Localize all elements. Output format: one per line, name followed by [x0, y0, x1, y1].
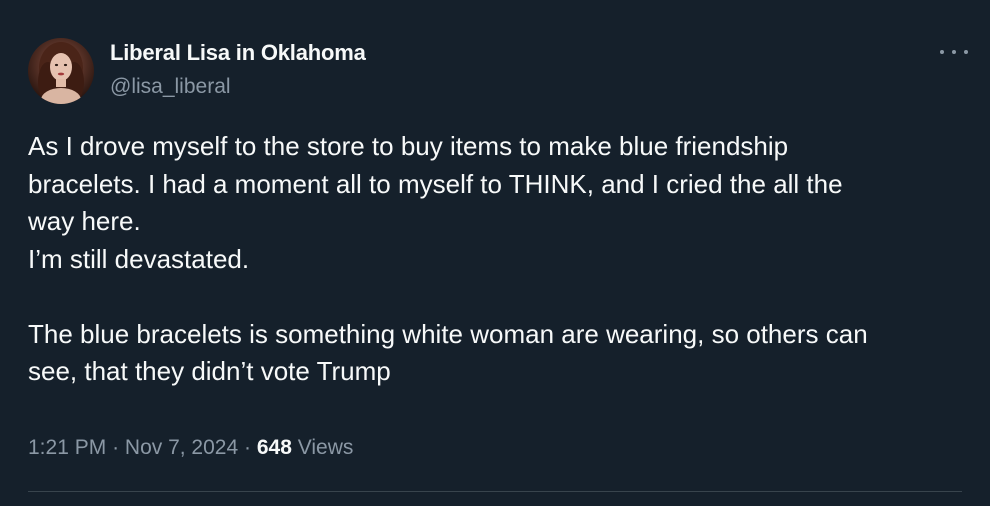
more-horizontal-icon	[940, 50, 944, 54]
tweet-line: see, that they didn’t vote Trump	[28, 356, 391, 386]
views-count: 648	[256, 436, 292, 459]
tweet-line: bracelets. I had a moment all to myself …	[28, 168, 843, 199]
tweet-line: The blue bracelets is something white wo…	[28, 318, 868, 349]
avatar[interactable]	[28, 38, 94, 104]
views-label: Views	[297, 436, 354, 459]
tweet-time[interactable]: 1:21 PM	[28, 436, 106, 459]
tweet-card: Liberal Lisa in Oklahoma @lisa_liberal A…	[0, 0, 990, 506]
profile-photo-icon	[38, 42, 84, 104]
author-display-name[interactable]: Liberal Lisa in Oklahoma	[110, 40, 366, 66]
more-horizontal-icon	[964, 50, 968, 54]
more-options-button[interactable]	[940, 40, 968, 64]
meta-separator: ·	[112, 436, 120, 459]
tweet-date[interactable]: Nov 7, 2024	[125, 436, 238, 459]
tweet-line: way here.	[28, 206, 141, 236]
tweet-line: As I drove myself to the store to buy it…	[28, 131, 789, 161]
tweet-text: As I drove myself to the store to buy it…	[28, 128, 973, 391]
tweet-meta: 1:21 PM · Nov 7, 2024 · 648 Views	[28, 436, 353, 460]
author-handle[interactable]: @lisa_liberal	[110, 75, 231, 99]
divider	[28, 491, 962, 492]
more-horizontal-icon	[952, 50, 956, 54]
tweet-line: I’m still devastated.	[28, 243, 250, 274]
meta-separator: ·	[244, 436, 251, 459]
